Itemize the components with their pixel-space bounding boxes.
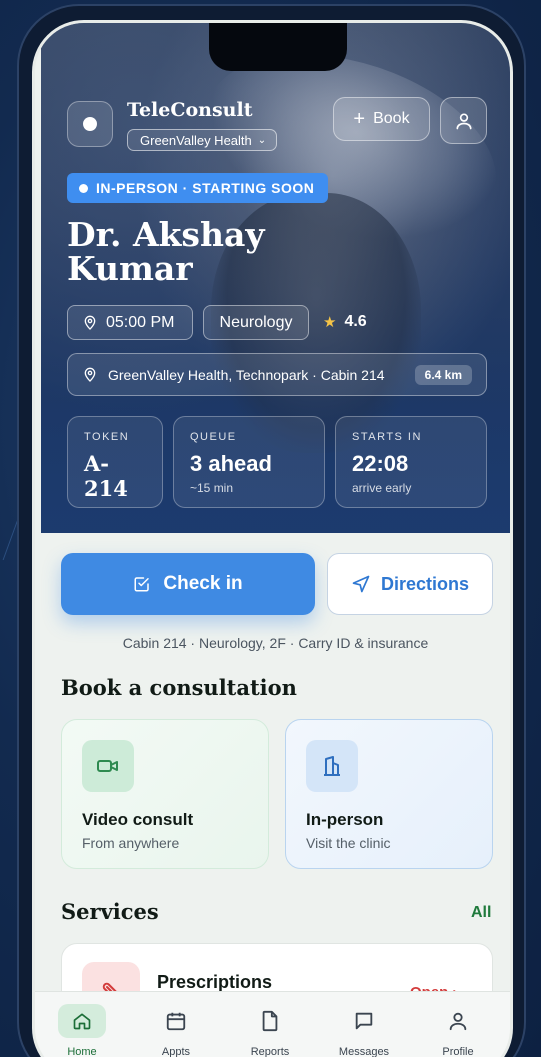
location-bar[interactable]: GreenValley Health, Technopark · Cabin 2… bbox=[67, 353, 487, 396]
check-in-button[interactable]: Check in bbox=[61, 553, 315, 615]
queue-stat: QUEUE 3 ahead ~15 min bbox=[173, 416, 325, 508]
book-section-title: Book a consultation bbox=[61, 675, 297, 700]
location-pin-icon bbox=[84, 315, 96, 330]
calendar-icon-wrap bbox=[152, 1004, 200, 1038]
video-consult-card[interactable]: Video consult From anywhere bbox=[61, 719, 269, 869]
book-button-label: Book bbox=[373, 110, 410, 127]
queue-label: QUEUE bbox=[190, 431, 237, 443]
app-menu-button[interactable] bbox=[67, 101, 113, 147]
status-dot-icon bbox=[79, 183, 88, 193]
video-icon-tile bbox=[82, 740, 134, 792]
appointment-time-pill: 05:00 PM bbox=[67, 305, 193, 340]
file-icon bbox=[262, 1010, 278, 1032]
bottom-tab-bar: Home Appts Reports Messages Profile bbox=[35, 991, 510, 1057]
token-value: A-214 bbox=[84, 451, 128, 501]
profile-button[interactable] bbox=[440, 97, 487, 144]
starts-in-label: STARTS IN bbox=[352, 431, 422, 443]
appointment-time: 05:00 PM bbox=[106, 313, 175, 331]
tab-profile[interactable]: Profile bbox=[418, 1004, 498, 1057]
starts-in-subtext: arrive early bbox=[352, 481, 412, 495]
file-icon-wrap bbox=[246, 1004, 294, 1038]
rating: ★ 4.6 bbox=[323, 313, 367, 331]
building-icon-tile bbox=[306, 740, 358, 792]
chevron-down-icon: ⌄ bbox=[257, 134, 267, 146]
status-badge: IN-PERSON · STARTING SOON bbox=[67, 173, 329, 203]
app-title: TeleConsult bbox=[127, 99, 253, 121]
in-person-card[interactable]: In-person Visit the clinic bbox=[285, 719, 493, 869]
tab-reports[interactable]: Reports bbox=[230, 1004, 310, 1057]
starts-in-stat: STARTS IN 22:08 arrive early bbox=[335, 416, 487, 508]
video-consult-title: Video consult bbox=[82, 810, 194, 829]
user-icon-wrap bbox=[434, 1004, 482, 1038]
rating-value: 4.6 bbox=[344, 313, 367, 330]
specialty-label: Neurology bbox=[219, 313, 293, 331]
notch bbox=[209, 23, 347, 71]
doctor-name: Dr. Akshay Kumar bbox=[67, 215, 265, 288]
directions-button[interactable]: Directions bbox=[327, 553, 493, 615]
phone-screen: TeleConsult GreenValley Health ⌄ + Book … bbox=[32, 20, 513, 1057]
service-title: Prescriptions bbox=[157, 972, 273, 992]
distance-badge: 6.4 km bbox=[414, 364, 472, 385]
queue-value: 3 ahead bbox=[190, 451, 272, 476]
plus-icon: + bbox=[353, 108, 366, 130]
org-selector[interactable]: GreenValley Health ⌄ bbox=[127, 129, 278, 151]
check-square-icon bbox=[134, 577, 150, 592]
tab-home-label: Home bbox=[67, 1046, 97, 1057]
navigation-arrow-icon bbox=[352, 575, 370, 593]
tab-messages-label: Messages bbox=[338, 1046, 390, 1057]
in-person-subtitle: Visit the clinic bbox=[306, 835, 391, 851]
token-label: TOKEN bbox=[84, 431, 130, 443]
book-button[interactable]: + Book bbox=[333, 97, 430, 141]
tab-home[interactable]: Home bbox=[42, 1004, 122, 1057]
in-person-title: In-person bbox=[306, 810, 384, 829]
home-icon bbox=[73, 1013, 91, 1030]
tab-profile-label: Profile bbox=[442, 1046, 474, 1057]
hero-banner: TeleConsult GreenValley Health ⌄ + Book … bbox=[41, 23, 510, 533]
building-icon bbox=[324, 756, 340, 776]
video-consult-subtitle: From anywhere bbox=[82, 835, 180, 851]
location-pin-icon bbox=[84, 367, 96, 382]
calendar-icon bbox=[166, 1012, 186, 1031]
phone-frame: TeleConsult GreenValley Health ⌄ + Book … bbox=[17, 4, 526, 1057]
tab-appts[interactable]: Appts bbox=[136, 1004, 216, 1057]
user-icon bbox=[456, 113, 471, 129]
visit-hint: Cabin 214 · Neurology, 2F · Carry ID & i… bbox=[122, 635, 429, 651]
starts-in-value: 22:08 bbox=[352, 451, 409, 476]
tab-reports-label: Reports bbox=[250, 1046, 290, 1057]
queue-subtext: ~15 min bbox=[190, 481, 234, 495]
message-icon-wrap bbox=[340, 1004, 388, 1038]
services-section-title: Services bbox=[61, 899, 159, 924]
dot-icon bbox=[83, 117, 97, 131]
location-address: GreenValley Health, Technopark · Cabin 2… bbox=[108, 366, 385, 383]
services-see-all-link[interactable]: All bbox=[471, 904, 491, 922]
status-badge-label: IN-PERSON · STARTING SOON bbox=[96, 180, 315, 196]
token-stat: TOKEN A-214 bbox=[67, 416, 163, 508]
org-selector-label: GreenValley Health bbox=[140, 132, 252, 148]
specialty-pill: Neurology bbox=[203, 305, 309, 340]
home-icon-wrap bbox=[58, 1004, 106, 1038]
tab-appts-label: Appts bbox=[161, 1046, 191, 1057]
message-icon bbox=[355, 1012, 373, 1030]
user-icon bbox=[449, 1012, 467, 1031]
star-icon: ★ bbox=[323, 314, 337, 331]
check-in-label: Check in bbox=[163, 573, 243, 594]
directions-label: Directions bbox=[380, 573, 470, 594]
tab-messages[interactable]: Messages bbox=[324, 1004, 404, 1057]
video-camera-icon bbox=[97, 760, 118, 772]
